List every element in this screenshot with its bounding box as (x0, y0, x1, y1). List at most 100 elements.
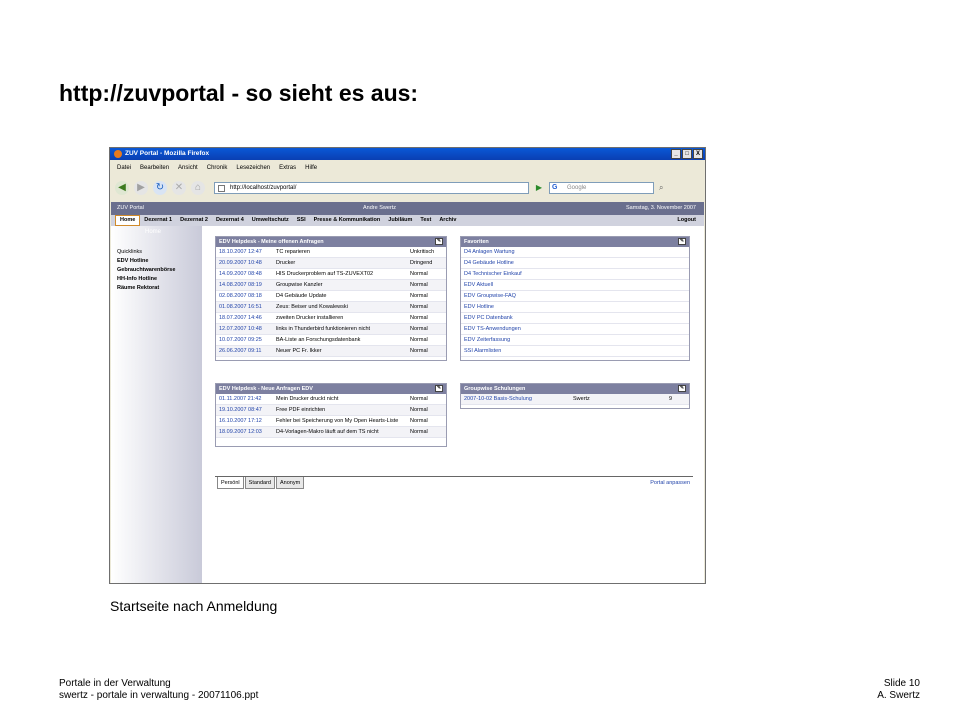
favorites-box: Favoriten ✎ D4 Anlagen Wartung D4 Gebäud… (460, 236, 690, 361)
menu-ansicht[interactable]: Ansicht (178, 162, 198, 174)
row-text: BA-Liste an Forschungsdatenbank (276, 337, 361, 343)
tab-jubilaeum[interactable]: Jubiläum (384, 215, 416, 226)
quicklink-hh-info-hotline[interactable]: HH-Info Hotline (117, 276, 196, 282)
go-icon[interactable]: ▶ (534, 183, 544, 193)
favorite-link[interactable]: D4 Gebäude Hotline (461, 258, 689, 269)
table-row[interactable]: 19.10.2007 08:47 Free PDF einrichten Norma… (216, 405, 446, 416)
quicklink-raeume-rektorat[interactable]: Räume Rektorat (117, 285, 196, 291)
maximize-button[interactable]: □ (682, 149, 692, 159)
favorite-link[interactable]: EDV PC Datenbank (461, 313, 689, 324)
close-button[interactable]: X (693, 149, 703, 159)
favorite-link[interactable]: EDV Hotline (461, 302, 689, 313)
tab-test[interactable]: Test (416, 215, 435, 226)
table-row[interactable]: 02.08.2007 08:18 D4 Gebäude Update Normal (216, 291, 446, 302)
row-text: Free PDF einrichten (276, 407, 326, 413)
row-date[interactable]: 14.09.2007 08:48 (216, 269, 276, 279)
table-row[interactable]: 01.08.2007 16:51 Zeus: Beiser und Kowalew… (216, 302, 446, 313)
forward-icon[interactable]: ▶ (134, 181, 148, 195)
helpdesk-open-requests-box: EDV Helpdesk - Meine offenen Anfragen ✎ … (215, 236, 447, 361)
table-row[interactable]: 18.10.2007 12:47 TC reparieren Unkritisch (216, 247, 446, 258)
favorite-link[interactable]: EDV Zeiterfassung (461, 335, 689, 346)
menu-datei[interactable]: Datei (117, 162, 131, 174)
row-date[interactable]: 01.11.2007 21:42 (216, 394, 276, 404)
row-date[interactable]: 14.08.2007 08:19 (216, 280, 276, 290)
favorite-link[interactable]: SSI Alarmlisten (461, 346, 689, 357)
row-status: Normal (410, 396, 428, 402)
row-date[interactable]: 19.10.2007 08:47 (216, 405, 276, 415)
table-row[interactable]: 12.07.2007 10:48 links in Thunderbird fun… (216, 324, 446, 335)
row-date[interactable]: 01.08.2007 16:51 (216, 302, 276, 312)
row-text: TC reparieren (276, 249, 310, 255)
tab-umweltschutz[interactable]: Umweltschutz (248, 215, 293, 226)
edit-icon[interactable]: ✎ (435, 385, 443, 392)
favorite-link[interactable]: D4 Anlagen Wartung (461, 247, 689, 258)
tab-dezernat-4[interactable]: Dezernat 4 (212, 215, 248, 226)
portal-sidebar: Home Quicklinks EDV Hotline Gebrauchtwar… (111, 226, 202, 583)
quicklinks-heading: Quicklinks (117, 249, 143, 255)
search-placeholder: Google (567, 185, 587, 191)
row-date[interactable]: 26.06.2007 09:11 (216, 346, 276, 356)
table-row[interactable]: 14.08.2007 08:19 Groupwise Kanzler Normal (216, 280, 446, 291)
row-date[interactable]: 10.07.2007 09:25 (216, 335, 276, 345)
row-status: Normal (410, 282, 428, 288)
row-date[interactable]: 18.09.2007 12:03 (216, 427, 276, 437)
row-date[interactable]: 02.08.2007 08:18 (216, 291, 276, 301)
tab-dezernat-2[interactable]: Dezernat 2 (176, 215, 212, 226)
tab-home[interactable]: Home (115, 215, 141, 226)
browser-screenshot: ZUV Portal - Mozilla Firefox _ □ X Datei… (109, 147, 706, 584)
slide: http://zuvportal - so sieht es aus: ZUV … (0, 0, 960, 720)
table-row[interactable]: 14.09.2007 08:48 HIS Druckerproblem auf T… (216, 269, 446, 280)
favorite-link[interactable]: D4 Technischer Einkauf (461, 269, 689, 280)
stop-icon[interactable]: ✕ (172, 181, 186, 195)
tab-anonym[interactable]: Anonym (275, 477, 305, 489)
quicklink-gebrauchtwarenboerse[interactable]: Gebrauchtwarenbörse (117, 267, 196, 273)
edit-icon[interactable]: ✎ (678, 238, 686, 245)
menu-bearbeiten[interactable]: Bearbeiten (140, 162, 169, 174)
minimize-button[interactable]: _ (671, 149, 681, 159)
quicklink-edv-hotline[interactable]: EDV Hotline (117, 258, 196, 264)
sidebar-home: Home (145, 229, 162, 235)
tab-standard[interactable]: Standard (244, 477, 275, 489)
table-row[interactable]: 10.07.2007 09:25 BA-Liste an Forschungsda… (216, 335, 446, 346)
slide-number: Slide 10 (883, 678, 920, 689)
tab-presse[interactable]: Presse & Kommunikation (310, 215, 385, 226)
menu-hilfe[interactable]: Hilfe (305, 162, 317, 174)
row-date[interactable]: 12.07.2007 10:48 (216, 324, 276, 334)
table-row[interactable]: 26.06.2007 09:11 Neuer PC Fr. Ikker Normal (216, 346, 446, 357)
portal-anpassen-link[interactable]: Portal anpassen (650, 480, 690, 486)
favorite-link[interactable]: EDV TS-Anwendungen (461, 324, 689, 335)
menu-lesezeichen[interactable]: Lesezeichen (236, 162, 270, 174)
row-date[interactable]: 18.07.2007 14:46 (216, 313, 276, 323)
url-bar[interactable]: http://localhost/zuvportal/ (214, 182, 529, 194)
tab-archiv[interactable]: Archiv (435, 215, 460, 226)
tab-ssi[interactable]: SSI (293, 215, 310, 226)
table-row[interactable]: 16.10.2007 17:12 Fehler bei Speicherung v… (216, 416, 446, 427)
back-icon[interactable]: ◀ (115, 181, 129, 195)
tab-dezernat-1[interactable]: Dezernat 1 (140, 215, 176, 226)
edit-icon[interactable]: ✎ (678, 385, 686, 392)
table-row[interactable]: 18.09.2007 12:03 D4-Vorlagen-Makro läuft … (216, 427, 446, 438)
table-row[interactable]: 20.09.2007 10:48 Drucker Dringend (216, 258, 446, 269)
table-row[interactable]: 2007-10-02 Basis-Schulung Swertz 9 (461, 394, 689, 405)
favorite-link[interactable]: EDV Groupwise-FAQ (461, 291, 689, 302)
reload-icon[interactable]: ↻ (153, 181, 167, 195)
search-icon[interactable]: ⌕ (659, 183, 669, 193)
table-row[interactable]: 01.11.2007 21:42 Mein Drucker druckt nich… (216, 394, 446, 405)
google-icon[interactable]: G (552, 184, 560, 192)
logout-link[interactable]: Logout (677, 215, 696, 226)
edit-icon[interactable]: ✎ (435, 238, 443, 245)
search-input[interactable]: G Google (549, 182, 654, 194)
menu-extras[interactable]: Extras (279, 162, 296, 174)
row-date[interactable]: 18.10.2007 12:47 (216, 247, 276, 257)
menu-chronik[interactable]: Chronik (207, 162, 228, 174)
table-row[interactable]: 18.07.2007 14:46 zweiten Drucker installi… (216, 313, 446, 324)
firefox-icon (114, 150, 122, 158)
training-link[interactable]: 2007-10-02 Basis-Schulung (461, 394, 573, 404)
row-text: links in Thunderbird funktionieren nicht (276, 326, 371, 332)
tab-persoenlich[interactable]: Persönl (217, 477, 244, 489)
row-date[interactable]: 20.09.2007 10:48 (216, 258, 276, 268)
favorite-link[interactable]: EDV Aktuell (461, 280, 689, 291)
row-date[interactable]: 16.10.2007 17:12 (216, 416, 276, 426)
home-icon[interactable]: ⌂ (191, 181, 205, 195)
page-icon (218, 185, 225, 192)
